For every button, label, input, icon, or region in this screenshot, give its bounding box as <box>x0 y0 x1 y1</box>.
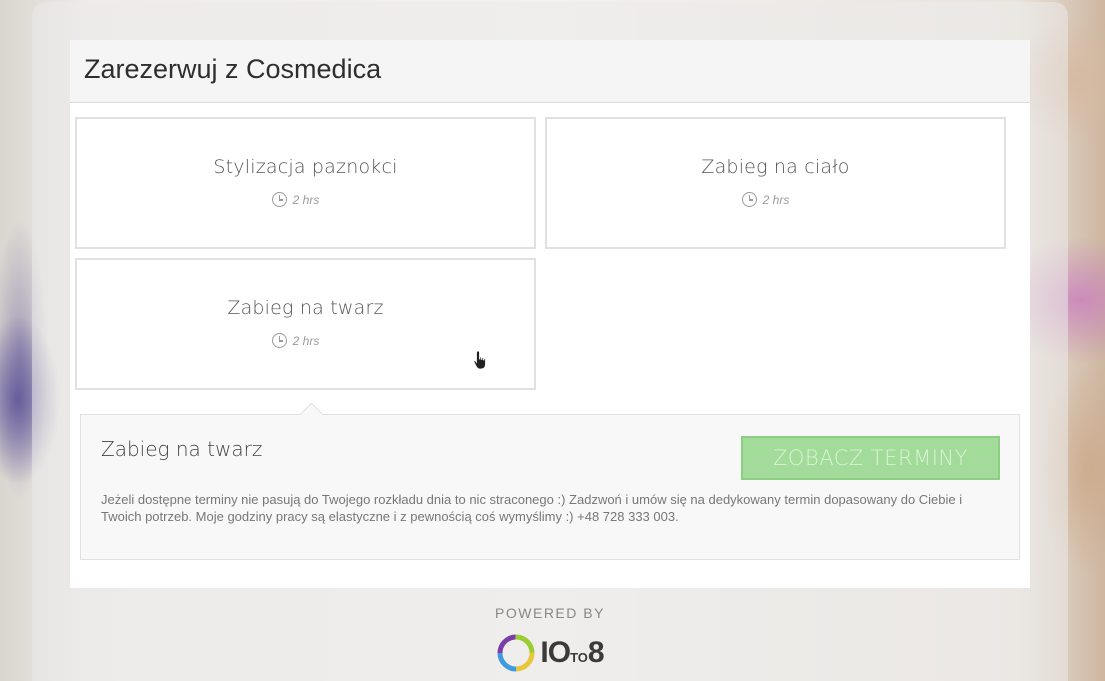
duration-label: 2 hrs <box>292 192 320 207</box>
service-tile-face[interactable]: Zabieg na twarz 2 hrs <box>75 258 536 390</box>
logo-to: TO <box>570 650 588 665</box>
ten-to-eight-logo-icon[interactable]: IOTO8 <box>496 633 605 673</box>
clock-icon <box>271 333 287 348</box>
service-duration: 2 hrs <box>741 192 790 207</box>
logo-end: 8 <box>587 636 605 669</box>
hand-cursor-icon <box>473 350 489 376</box>
service-detail-panel: Zabieg na twarz ZOBACZ TERMINY Jeżeli do… <box>80 414 1020 560</box>
service-duration: 2 hrs <box>271 192 320 207</box>
detail-description: Jeżeli dostępne terminy nie pasują do Tw… <box>101 492 963 524</box>
card-header: Zarezerwuj z Cosmedica <box>70 40 1030 103</box>
see-dates-button[interactable]: ZOBACZ TERMINY <box>741 436 1000 480</box>
service-name: Zabieg na twarz <box>227 297 384 319</box>
logo-main: IO <box>540 636 571 669</box>
detail-title: Zabieg na twarz <box>101 437 263 461</box>
booking-card: Zarezerwuj z Cosmedica Stylizacja paznok… <box>70 40 1030 588</box>
service-name: Stylizacja paznokci <box>213 156 398 178</box>
duration-label: 2 hrs <box>292 333 320 348</box>
duration-label: 2 hrs <box>762 192 790 207</box>
service-duration: 2 hrs <box>271 333 320 348</box>
service-name: Zabieg na ciało <box>701 156 850 178</box>
logo-text: IOTO8 <box>540 636 605 670</box>
footer: POWERED BY IOTO8 <box>32 588 1068 681</box>
clock-icon <box>271 192 287 207</box>
powered-by-label: POWERED BY <box>495 605 605 621</box>
logo-ring-icon <box>497 634 535 672</box>
service-tile-body[interactable]: Zabieg na ciało 2 hrs <box>545 117 1006 249</box>
service-tile-nails[interactable]: Stylizacja paznokci 2 hrs <box>75 117 536 249</box>
clock-icon <box>741 192 757 207</box>
page-title: Zarezerwuj z Cosmedica <box>84 54 382 84</box>
